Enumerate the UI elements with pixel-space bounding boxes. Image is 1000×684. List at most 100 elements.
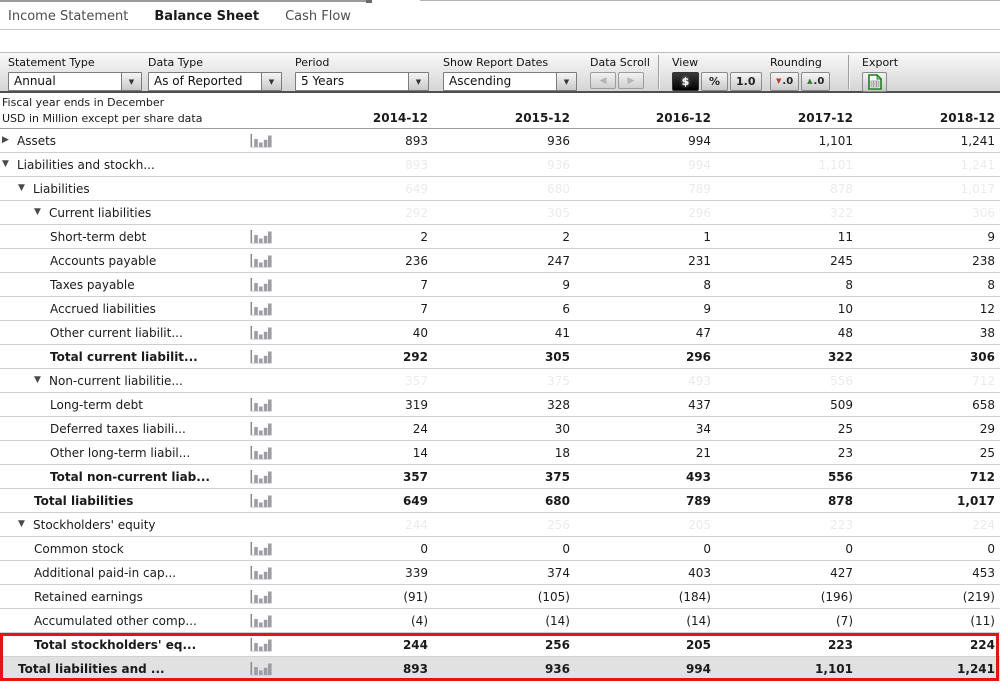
table-row-taxes-payable[interactable]: Taxes payable79888 — [0, 273, 1000, 297]
value-cell: 322 — [716, 206, 858, 220]
collapse-triangle-icon[interactable]: ▼ — [34, 208, 49, 217]
mini-bar-chart-icon[interactable] — [250, 565, 272, 581]
value-cell: 0 — [433, 542, 575, 556]
mini-bar-chart-icon[interactable] — [250, 541, 272, 557]
mini-bar-chart-icon[interactable] — [250, 397, 272, 413]
period-combobox[interactable]: 5 Years ▼ — [295, 72, 429, 91]
collapse-triangle-icon[interactable]: ▼ — [18, 520, 33, 529]
dropdown-arrow-icon[interactable]: ▼ — [121, 73, 141, 90]
table-row-common-stock[interactable]: Common stock00000 — [0, 537, 1000, 561]
table-row-non-current-liabilitie[interactable]: ▼Non-current liabilitie...35737549355671… — [0, 369, 1000, 393]
table-row-stockholders-equity[interactable]: ▼Stockholders' equity244256205223224 — [0, 513, 1000, 537]
mini-bar-chart-icon[interactable] — [250, 325, 272, 341]
export-button[interactable] — [862, 72, 887, 92]
table-row-current-liabilities[interactable]: ▼Current liabilities292305296322306 — [0, 201, 1000, 225]
collapse-triangle-icon[interactable]: ▼ — [34, 376, 49, 385]
table-row-retained-earnings[interactable]: Retained earnings(91)(105)(184)(196)(219… — [0, 585, 1000, 609]
value-cell: 1,101 — [716, 158, 858, 172]
dropdown-arrow-icon[interactable]: ▼ — [261, 73, 281, 90]
mini-bar-chart-icon[interactable] — [250, 637, 272, 653]
value-cell: 256 — [433, 518, 575, 532]
value-cell: 936 — [433, 158, 575, 172]
collapse-triangle-icon[interactable]: ▼ — [2, 160, 17, 169]
mini-bar-chart-icon[interactable] — [250, 301, 272, 317]
table-row-assets[interactable]: ▶Assets8939369941,1011,241 — [0, 129, 1000, 153]
table-row-short-term-debt[interactable]: Short-term debt221119 — [0, 225, 1000, 249]
tab-balance-sheet[interactable]: Balance Sheet — [154, 9, 259, 24]
export-group: Export — [862, 56, 898, 92]
show-report-dates-combobox[interactable]: Ascending ▼ — [443, 72, 577, 91]
tab-income-statement[interactable]: Income Statement — [8, 9, 128, 24]
dropdown-arrow-icon[interactable]: ▼ — [408, 73, 428, 90]
table-row-long-term-debt[interactable]: Long-term debt319328437509658 — [0, 393, 1000, 417]
table-row-other-current-liabilit[interactable]: Other current liabilit...4041474838 — [0, 321, 1000, 345]
mini-bar-chart-icon[interactable] — [250, 445, 272, 461]
value-cell: 658 — [858, 398, 1000, 412]
combobox-value: Annual — [9, 73, 121, 90]
table-row-liabilities[interactable]: ▼Liabilities6496807898781,017 — [0, 177, 1000, 201]
row-label: Short-term debt — [50, 230, 146, 244]
row-label: Additional paid-in cap... — [34, 566, 176, 580]
data-scroll-prev-button[interactable]: ◀ — [590, 72, 616, 89]
row-label-cell: ▼Liabilities and stockh... — [0, 158, 250, 172]
collapse-triangle-icon[interactable]: ▼ — [18, 184, 33, 193]
value-cell: 296 — [575, 206, 716, 220]
mini-bar-chart-icon[interactable] — [250, 493, 272, 509]
view-percent-button[interactable]: % — [701, 72, 728, 91]
value-cell: 649 — [280, 494, 433, 508]
value-cell: 236 — [280, 254, 433, 268]
value-cell: 1,241 — [858, 134, 1000, 148]
value-cell: 0 — [575, 542, 716, 556]
mini-bar-chart-icon[interactable] — [250, 349, 272, 365]
chart-cell — [250, 589, 280, 605]
dropdown-arrow-icon[interactable]: ▼ — [556, 73, 576, 90]
table-row-other-long-term-liabil[interactable]: Other long-term liabil...1418212325 — [0, 441, 1000, 465]
value-cell: 256 — [433, 638, 575, 652]
expand-triangle-icon[interactable]: ▶ — [2, 136, 17, 145]
tab-cash-flow[interactable]: Cash Flow — [285, 9, 351, 24]
table-row-accumulated-other-comp[interactable]: Accumulated other comp...(4)(14)(14)(7)(… — [0, 609, 1000, 633]
mini-bar-chart-icon[interactable] — [250, 277, 272, 293]
statement-type-combobox[interactable]: Annual ▼ — [8, 72, 142, 91]
table-row-total-current-liabilit[interactable]: Total current liabilit...292305296322306 — [0, 345, 1000, 369]
view-decimal-button[interactable]: 1.0 — [730, 72, 762, 91]
value-cell: 247 — [433, 254, 575, 268]
combobox-value: As of Reported — [149, 73, 261, 90]
view-label: View — [672, 56, 762, 69]
value-cell: 1,101 — [716, 134, 858, 148]
table-row-liabilities-and-stockh[interactable]: ▼Liabilities and stockh...8939369941,101… — [0, 153, 1000, 177]
row-label: Long-term debt — [50, 398, 143, 412]
value-cell: (219) — [858, 590, 1000, 604]
mini-bar-chart-icon[interactable] — [250, 133, 272, 149]
view-dollar-button[interactable]: $ — [672, 72, 699, 91]
round-down-button[interactable]: ▼.0 — [770, 72, 799, 91]
row-label-cell: Common stock — [0, 542, 250, 556]
table-row-total-stockholders-eq[interactable]: Total stockholders' eq...244256205223224 — [0, 633, 1000, 657]
table-row-total-liabilities-and[interactable]: Total liabilities and ...8939369941,1011… — [0, 657, 1000, 681]
table-row-total-liabilities[interactable]: Total liabilities6496807898781,017 — [0, 489, 1000, 513]
table-row-accounts-payable[interactable]: Accounts payable236247231245238 — [0, 249, 1000, 273]
value-cell: 21 — [575, 446, 716, 460]
table-row-accrued-liabilities[interactable]: Accrued liabilities7691012 — [0, 297, 1000, 321]
value-cell: 244 — [280, 518, 433, 532]
mini-bar-chart-icon[interactable] — [250, 253, 272, 269]
mini-bar-chart-icon[interactable] — [250, 229, 272, 245]
round-up-button[interactable]: ▲.0 — [801, 72, 830, 91]
data-type-combobox[interactable]: As of Reported ▼ — [148, 72, 282, 91]
row-label: Common stock — [34, 542, 124, 556]
table-row-total-non-current-liab[interactable]: Total non-current liab...357375493556712 — [0, 465, 1000, 489]
mini-bar-chart-icon[interactable] — [250, 589, 272, 605]
value-cell: 6 — [433, 302, 575, 316]
toolbar: Statement Type Annual ▼ Data Type As of … — [0, 52, 1000, 93]
mini-bar-chart-icon[interactable] — [250, 421, 272, 437]
value-cell: 9 — [858, 230, 1000, 244]
data-scroll-next-button[interactable]: ▶ — [618, 72, 644, 89]
row-label: Other long-term liabil... — [50, 446, 190, 460]
table-row-deferred-taxes-liabili[interactable]: Deferred taxes liabili...2430342529 — [0, 417, 1000, 441]
mini-bar-chart-icon[interactable] — [250, 661, 272, 677]
table-row-additional-paid-in-cap[interactable]: Additional paid-in cap...339374403427453 — [0, 561, 1000, 585]
value-cell: 1 — [575, 230, 716, 244]
statement-tab-bar: Income Statement Balance Sheet Cash Flow — [0, 4, 1000, 30]
mini-bar-chart-icon[interactable] — [250, 613, 272, 629]
mini-bar-chart-icon[interactable] — [250, 469, 272, 485]
